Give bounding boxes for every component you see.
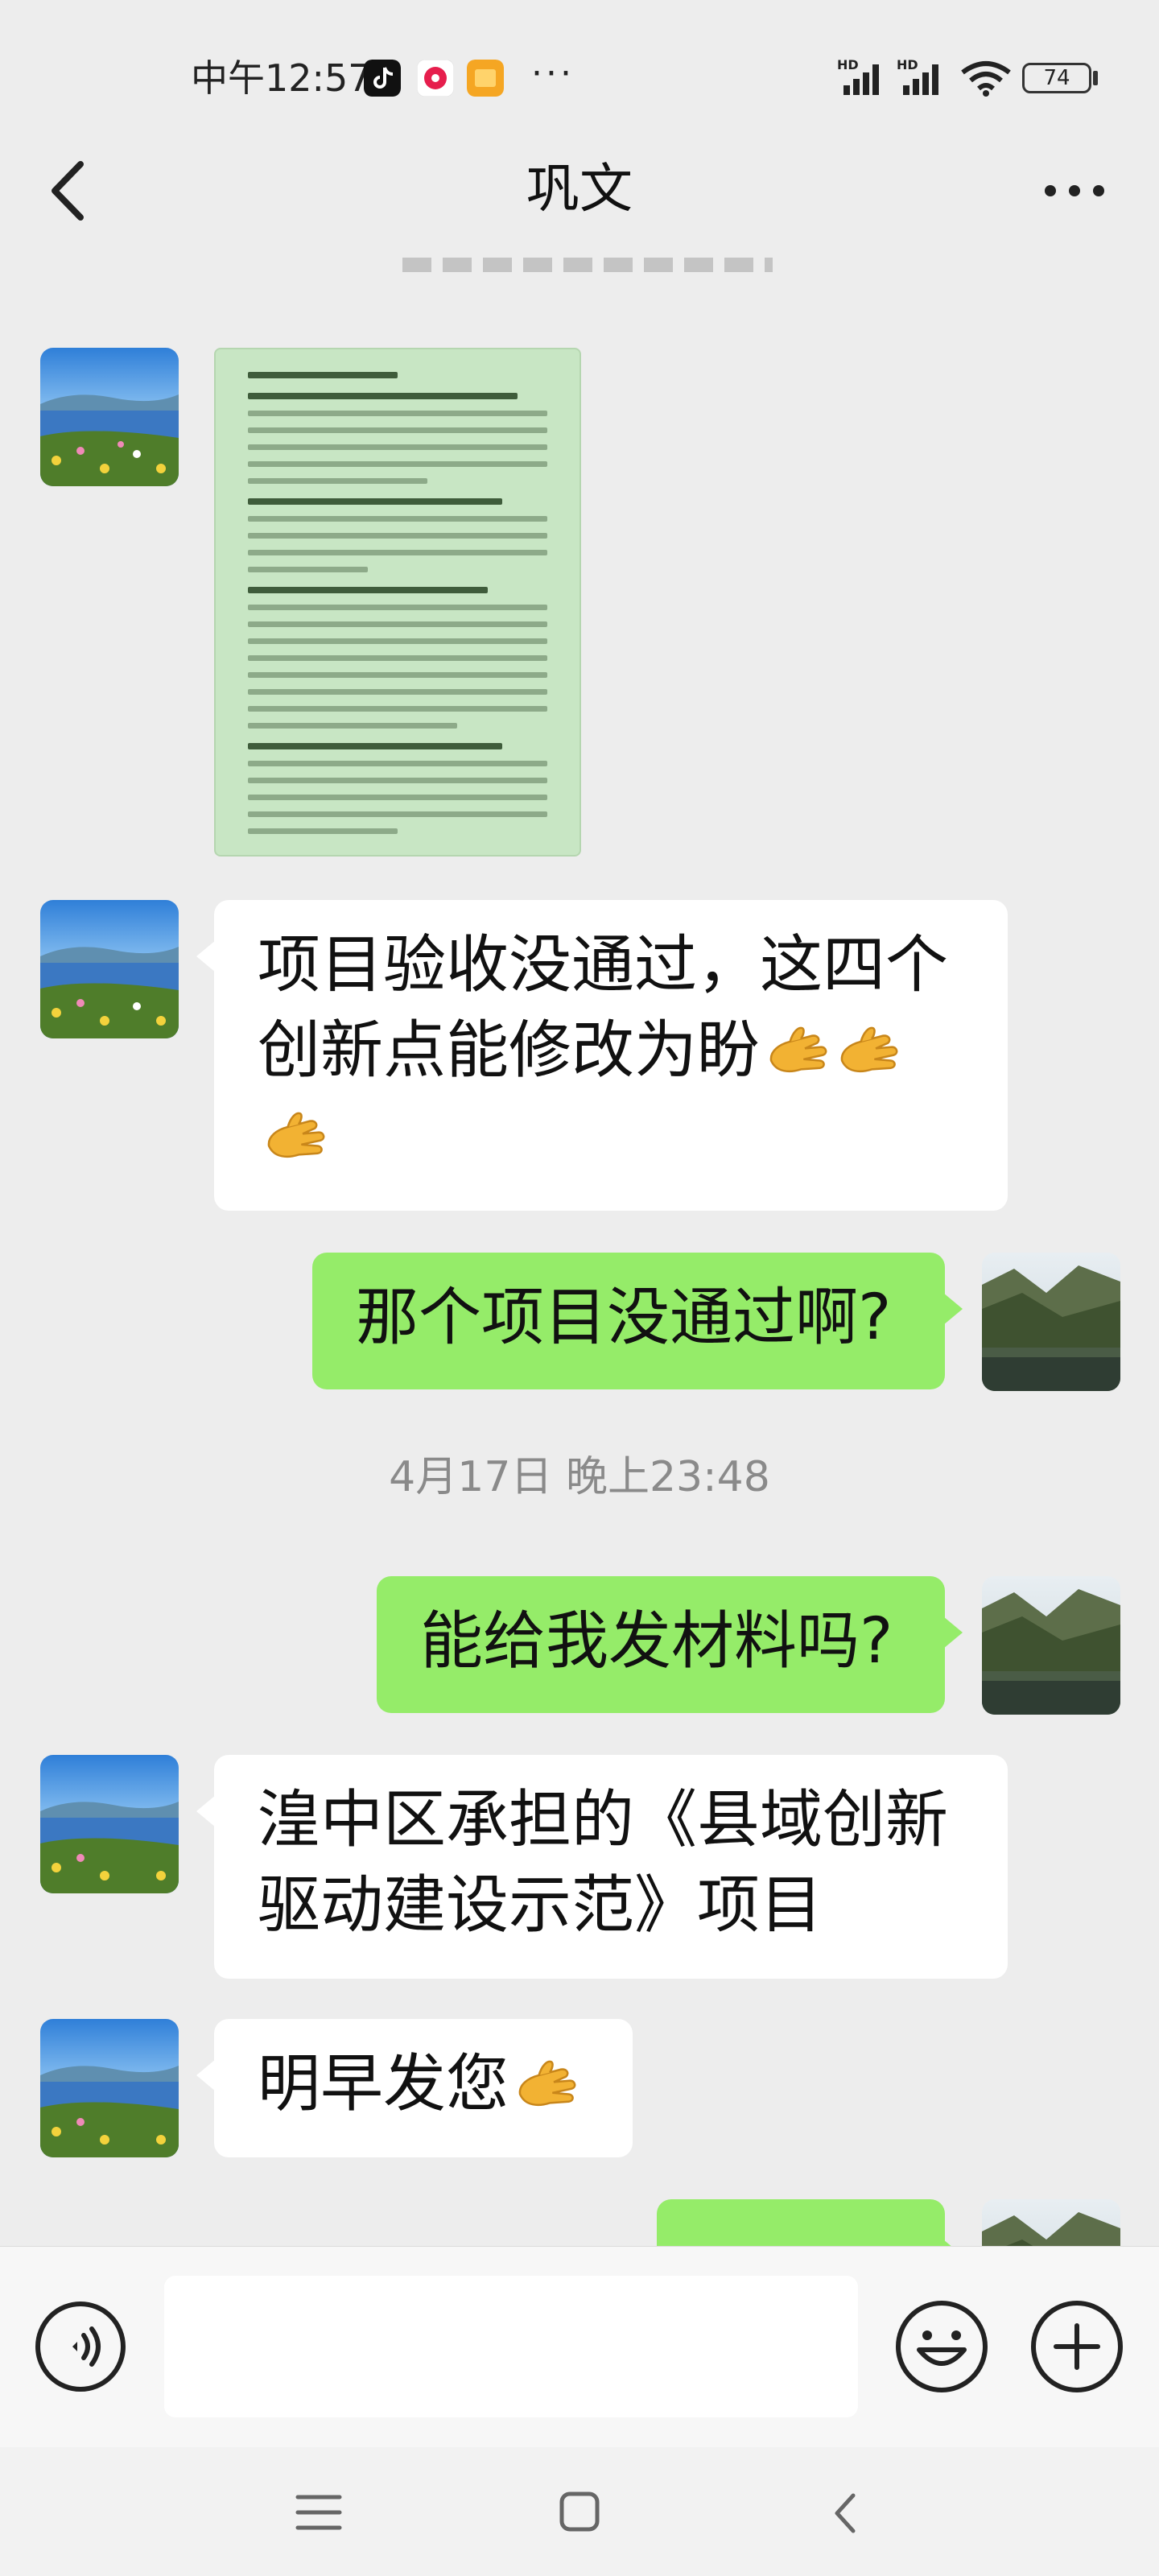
voice-icon[interactable] — [34, 2300, 127, 2393]
battery-tip — [1093, 71, 1098, 85]
avatar[interactable] — [982, 1253, 1120, 1391]
avatar[interactable] — [40, 348, 179, 486]
back-icon[interactable] — [829, 2491, 861, 2536]
status-bar: 中午12:57 ··· HD HD 74 — [0, 0, 1159, 121]
input-bar — [0, 2246, 1159, 2448]
timestamp: 4月17日 晚上23:48 — [389, 1453, 770, 1501]
message-text: 能给我发材料吗? — [420, 1605, 893, 1678]
system-navigation-bar — [0, 2447, 1159, 2576]
record-icon — [417, 60, 454, 97]
hand-emoji-icon — [763, 1012, 831, 1080]
hand-emoji-icon — [834, 1012, 901, 1080]
notes-icon — [467, 60, 504, 97]
hand-emoji-icon — [512, 2046, 580, 2113]
menu-icon[interactable] — [295, 2492, 343, 2533]
message-bubble[interactable]: 能给我发材料吗? — [377, 1576, 963, 1713]
status-more-indicator: ··· — [531, 53, 575, 94]
avatar[interactable] — [982, 2199, 1120, 2246]
message-list[interactable]: 项目验收没通过，这四个创新点能修改为盼 那个项目没通过啊? 4月17日 晚上23… — [0, 258, 1159, 2246]
emoji-icon[interactable] — [893, 2298, 990, 2395]
avatar[interactable] — [982, 1576, 1120, 1715]
message-input[interactable] — [164, 2276, 858, 2417]
plus-icon[interactable] — [1029, 2298, 1125, 2395]
hand-emoji-icon — [261, 1097, 328, 1165]
signal-icon: HD — [837, 57, 879, 95]
page-title: 巩文 — [526, 158, 633, 220]
home-icon[interactable] — [559, 2491, 600, 2533]
message-text-line: 湟中区承担的《县域创新 — [258, 1784, 949, 1856]
nav-bar: 巩文 — [0, 121, 1159, 258]
message-bubble[interactable] — [657, 2199, 963, 2246]
network-label: HD — [837, 57, 859, 72]
message-bubble[interactable]: 项目验收没通过，这四个创新点能修改为盼 — [196, 900, 1008, 1211]
document-image[interactable] — [214, 348, 581, 857]
message-bubble[interactable]: 明早发您 — [196, 2019, 633, 2157]
avatar[interactable] — [40, 1755, 179, 1893]
wifi-icon — [961, 61, 1011, 97]
timestamp-cutoff — [402, 258, 773, 274]
message-text: 明早发您 — [258, 2048, 509, 2120]
more-icon[interactable] — [1038, 171, 1111, 211]
tiktok-icon — [364, 60, 401, 97]
avatar[interactable] — [40, 2019, 179, 2157]
avatar[interactable] — [40, 900, 179, 1038]
status-time: 中午12:57 — [191, 56, 372, 100]
battery-icon: 74 — [1022, 63, 1091, 93]
battery-level: 74 — [1043, 66, 1070, 90]
signal-icon: HD — [897, 57, 938, 95]
network-label: HD — [897, 57, 918, 72]
message-bubble[interactable]: 那个项目没通过啊? — [312, 1253, 963, 1389]
message-text-line: 驱动建设示范》项目 — [258, 1869, 823, 1942]
message-bubble[interactable]: 湟中区承担的《县域创新 驱动建设示范》项目 — [196, 1755, 1008, 1979]
message-text: 那个项目没通过啊? — [356, 1282, 892, 1354]
